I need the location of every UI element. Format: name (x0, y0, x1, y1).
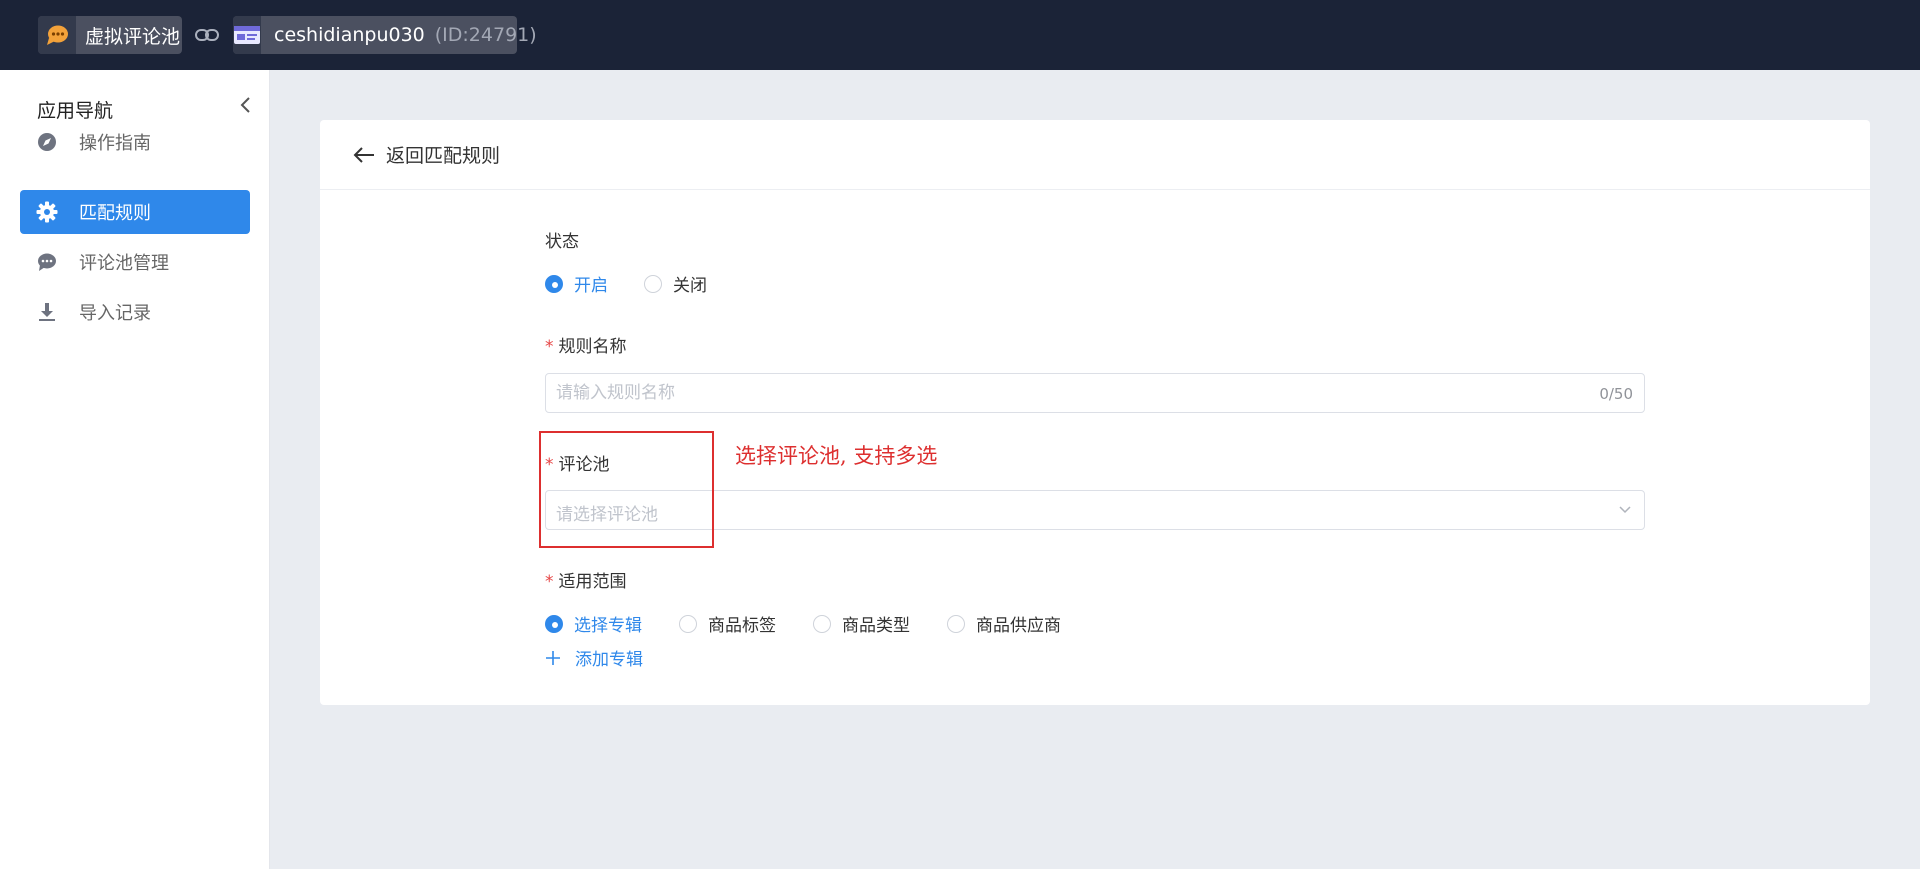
app-name: 虚拟评论池 (85, 25, 181, 48)
add-album-label: 添加专辑 (575, 650, 643, 670)
char-counter: 0/50 (1599, 385, 1633, 403)
pool-select-placeholder: 请选择评论池 (556, 505, 658, 525)
compass-icon (36, 131, 58, 153)
store-switcher[interactable]: ceshidianpu030 (ID:24791) (233, 16, 537, 54)
scope-label-text: 适用范围 (558, 572, 627, 592)
sidebar-title: 应用导航 (37, 100, 114, 122)
rule-edit-card: 返回匹配规则 状态 开启 关闭 *规则名称 0/50 *评论池 请选 (320, 120, 1870, 705)
radio-checked-icon (545, 614, 563, 633)
sidebar-item-match-rules[interactable]: 匹配规则 (20, 190, 250, 234)
gear-icon (36, 201, 58, 223)
required-mark: * (545, 572, 554, 592)
scope-radio-group: 选择专辑 商品标签 商品类型 商品供应商 (545, 611, 1097, 636)
sidebar: 应用导航 操作指南 匹配规则 评论池管理 导入记录 (0, 70, 270, 869)
rule-name-label-text: 规则名称 (558, 337, 627, 357)
app-switcher[interactable]: 虚拟评论池 (38, 16, 182, 54)
sidebar-item-label: 操作指南 (79, 133, 151, 154)
link-icon (195, 29, 219, 41)
radio-label: 选择专辑 (574, 616, 642, 636)
card-header: 返回匹配规则 (320, 120, 1870, 190)
chat-bubble-logo-icon (38, 16, 76, 54)
status-radio-group: 开启 关闭 (545, 271, 743, 296)
scope-tag-radio[interactable]: 商品标签 (679, 611, 776, 636)
radio-label: 商品供应商 (976, 616, 1061, 636)
annotation-text: 选择评论池, 支持多选 (735, 444, 938, 468)
sidebar-item-guide[interactable]: 操作指南 (20, 120, 250, 164)
sidebar-item-label: 评论池管理 (79, 253, 169, 274)
plus-icon (546, 650, 560, 665)
radio-unchecked-icon (813, 614, 831, 633)
store-name: ceshidianpu030 (274, 24, 425, 46)
radio-label: 商品类型 (842, 616, 910, 636)
back-to-match-rules-link[interactable]: 返回匹配规则 (386, 141, 500, 168)
top-bar: 虚拟评论池 ceshidianpu030 (ID:24791) (0, 0, 1920, 70)
rule-name-field: 0/50 (545, 373, 1645, 413)
sidebar-item-pool-management[interactable]: 评论池管理 (20, 240, 250, 284)
download-icon (36, 301, 58, 323)
pool-label: * 评论池 (545, 450, 610, 475)
radio-unchecked-icon (644, 274, 662, 293)
rule-name-label: * 规则名称 (545, 332, 627, 357)
sidebar-item-import-records[interactable]: 导入记录 (20, 290, 250, 334)
radio-unchecked-icon (679, 614, 697, 633)
radio-label: 开启 (574, 276, 608, 296)
scope-label: * 适用范围 (545, 567, 627, 592)
scope-type-radio[interactable]: 商品类型 (813, 611, 910, 636)
radio-label: 关闭 (673, 276, 707, 296)
scope-album-radio[interactable]: 选择专辑 (545, 611, 642, 636)
sidebar-item-label: 匹配规则 (79, 203, 151, 224)
radio-unchecked-icon (947, 614, 965, 633)
required-mark: * (545, 455, 554, 475)
rule-name-input[interactable] (546, 374, 1546, 412)
arrow-left-icon[interactable] (352, 145, 376, 165)
status-off-radio[interactable]: 关闭 (644, 271, 707, 296)
pool-label-text: 评论池 (558, 455, 610, 475)
radio-label: 商品标签 (708, 616, 776, 636)
store-id: (ID:24791) (434, 24, 537, 46)
pool-select[interactable]: 请选择评论池 (545, 490, 1645, 530)
chevron-left-icon[interactable] (237, 94, 255, 116)
required-mark: * (545, 337, 554, 357)
chat-icon (36, 251, 58, 273)
chevron-down-icon (1619, 506, 1631, 514)
radio-checked-icon (545, 274, 563, 293)
sidebar-item-label: 导入记录 (79, 303, 151, 324)
store-logo-icon (233, 16, 261, 54)
add-album-button[interactable]: 添加专辑 (545, 645, 643, 670)
scope-supplier-radio[interactable]: 商品供应商 (947, 611, 1061, 636)
status-label: 状态 (545, 232, 579, 252)
status-on-radio[interactable]: 开启 (545, 271, 608, 296)
